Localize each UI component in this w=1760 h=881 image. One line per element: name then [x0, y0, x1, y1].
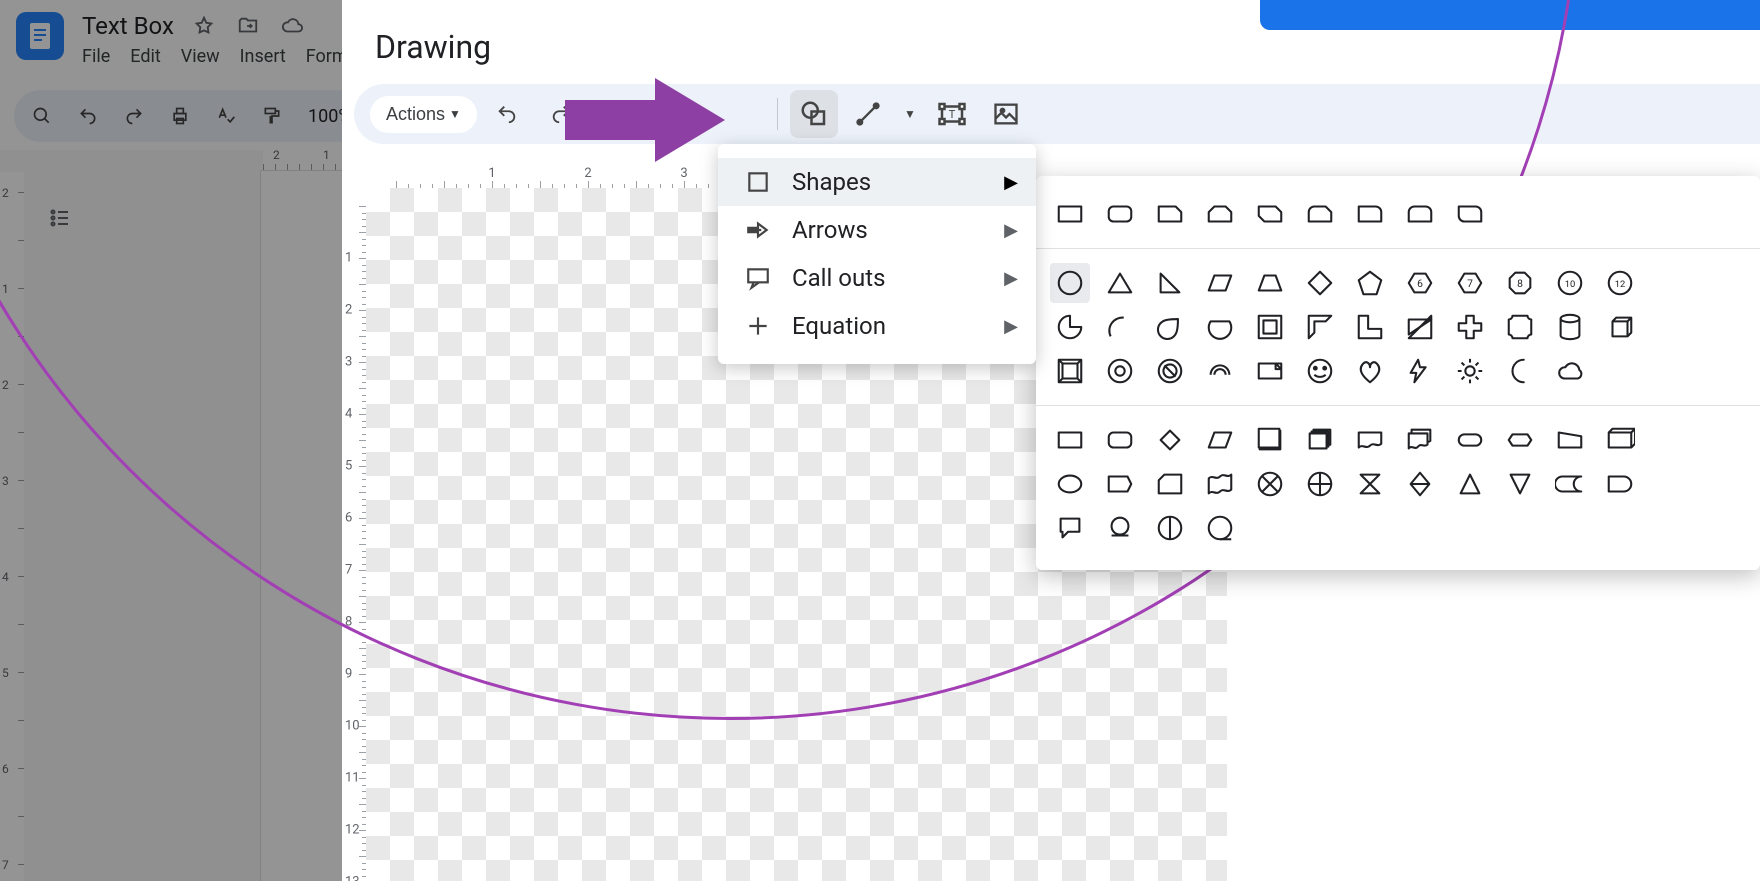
shape-category-menu: Shapes ▶ Arrows ▶ Call outs ▶ Equation ▶: [718, 144, 1036, 364]
shape-fold[interactable]: [1250, 351, 1290, 391]
shape-sumX[interactable]: [1250, 464, 1290, 504]
shape-rnd2s[interactable]: [1400, 194, 1440, 234]
shape-halfframe[interactable]: [1300, 307, 1340, 347]
shape-plaque[interactable]: [1500, 307, 1540, 347]
shape-trap[interactable]: [1250, 263, 1290, 303]
svg-text:8: 8: [1517, 277, 1523, 290]
svg-text:6: 6: [1417, 277, 1423, 290]
shape-can[interactable]: [1550, 307, 1590, 347]
shape-frame[interactable]: [1250, 307, 1290, 347]
shapes-flyout: 6 7 8 10 12: [1036, 176, 1760, 570]
chevron-right-icon: ▶: [1004, 172, 1018, 193]
svg-text:7: 7: [1467, 277, 1473, 290]
square-icon: [744, 168, 772, 196]
shape-fmulti[interactable]: [1300, 420, 1340, 460]
svg-text:12: 12: [1615, 279, 1626, 290]
chevron-right-icon: ▶: [1004, 268, 1018, 289]
shape-cube[interactable]: [1600, 307, 1640, 347]
shape-fhex[interactable]: [1500, 420, 1540, 460]
shape-lshape[interactable]: [1350, 307, 1390, 347]
shape-sniprnd[interactable]: [1300, 194, 1340, 234]
shape-snip1[interactable]: [1150, 194, 1190, 234]
shape-menu-callouts[interactable]: Call outs ▶: [718, 254, 1036, 302]
chevron-right-icon: ▶: [1004, 220, 1018, 241]
shape-collate[interactable]: [1350, 464, 1390, 504]
shape-fterm[interactable]: [1450, 420, 1490, 460]
shape-sort[interactable]: [1400, 464, 1440, 504]
shape-tape[interactable]: [1200, 464, 1240, 504]
shape-menu-equation[interactable]: Equation ▶: [718, 302, 1036, 350]
shape-heart[interactable]: [1350, 351, 1390, 391]
shape-diag[interactable]: [1400, 307, 1440, 347]
shape-oct8[interactable]: 8: [1500, 263, 1540, 303]
shape-hex6[interactable]: 6: [1400, 263, 1440, 303]
shape-dec10[interactable]: 10: [1550, 263, 1590, 303]
shape-rect[interactable]: [1050, 194, 1090, 234]
shape-snip2d[interactable]: [1250, 194, 1290, 234]
shape-pent[interactable]: [1350, 263, 1390, 303]
svg-text:10: 10: [1565, 279, 1576, 290]
shape-arc[interactable]: [1100, 307, 1140, 347]
shape-oval[interactable]: [1050, 464, 1090, 504]
shape-frrect[interactable]: [1100, 420, 1140, 460]
shape-fwave[interactable]: [1350, 420, 1390, 460]
shape-sun[interactable]: [1450, 351, 1490, 391]
shape-smile[interactable]: [1300, 351, 1340, 391]
shape-stored[interactable]: [1550, 464, 1590, 504]
shape-fdoc[interactable]: [1250, 420, 1290, 460]
shape-donut[interactable]: [1100, 351, 1140, 391]
shape-tear[interactable]: [1150, 307, 1190, 347]
shape-rnd1[interactable]: [1350, 194, 1390, 234]
shape-seq[interactable]: [1200, 508, 1240, 548]
shape-rnd2d[interactable]: [1450, 194, 1490, 234]
shape-dod12[interactable]: 12: [1600, 263, 1640, 303]
shape-circle[interactable]: [1050, 263, 1090, 303]
purple-arrow: [565, 70, 725, 170]
shape-cross[interactable]: [1450, 307, 1490, 347]
shape-snip2s[interactable]: [1200, 194, 1240, 234]
shape-fpar[interactable]: [1200, 420, 1240, 460]
shape-menu-arrows[interactable]: Arrows ▶: [718, 206, 1036, 254]
shape-fmwave[interactable]: [1400, 420, 1440, 460]
shape-barc[interactable]: [1200, 351, 1240, 391]
shape-merge[interactable]: [1500, 464, 1540, 504]
shape-bevel[interactable]: [1050, 351, 1090, 391]
shape-extract[interactable]: [1450, 464, 1490, 504]
shape-disp[interactable]: [1100, 464, 1140, 504]
shape-fcubeish[interactable]: [1600, 420, 1640, 460]
shape-menu-shapes[interactable]: Shapes ▶: [718, 158, 1036, 206]
shape-bolt[interactable]: [1400, 351, 1440, 391]
shape-cloud[interactable]: [1550, 351, 1590, 391]
shape-diamond[interactable]: [1300, 263, 1340, 303]
shape-fdiam[interactable]: [1150, 420, 1190, 460]
shape-paral[interactable]: [1200, 263, 1240, 303]
shape-tri[interactable]: [1100, 263, 1140, 303]
shape-rrect[interactable]: [1100, 194, 1140, 234]
shape-delay[interactable]: [1600, 464, 1640, 504]
shape-frect[interactable]: [1050, 420, 1090, 460]
shape-cd[interactable]: [1150, 508, 1190, 548]
callout-icon: [744, 264, 772, 292]
shape-card[interactable]: [1150, 464, 1190, 504]
shape-chord[interactable]: [1200, 307, 1240, 347]
shape-hex7[interactable]: 7: [1450, 263, 1490, 303]
chevron-right-icon: ▶: [1004, 316, 1018, 337]
arrow-right-icon: [744, 216, 772, 244]
shape-pie[interactable]: [1050, 307, 1090, 347]
plus-icon: [744, 312, 772, 340]
shape-fman[interactable]: [1550, 420, 1590, 460]
shape-mag[interactable]: [1100, 508, 1140, 548]
shape-qtalk[interactable]: [1050, 508, 1090, 548]
shape-noent[interactable]: [1150, 351, 1190, 391]
shape-moon[interactable]: [1500, 351, 1540, 391]
shape-rtri[interactable]: [1150, 263, 1190, 303]
shape-or[interactable]: [1300, 464, 1340, 504]
